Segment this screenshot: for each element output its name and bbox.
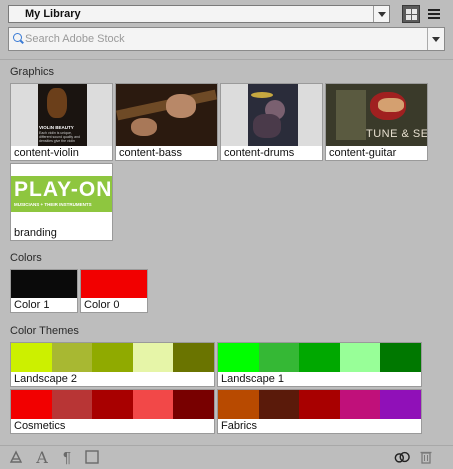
section-title-color-themes: Color Themes	[10, 325, 79, 337]
color-swatch	[81, 270, 147, 298]
trash-icon[interactable]	[418, 449, 434, 465]
library-dropdown[interactable]: My Library	[8, 5, 390, 23]
divider	[0, 59, 453, 60]
stock-search-field[interactable]	[8, 27, 445, 51]
item-label: Color 1	[14, 299, 50, 311]
bottom-toolbar: A ¶	[0, 445, 453, 469]
grid-view-button[interactable]	[402, 5, 420, 23]
theme-swatches	[218, 390, 421, 419]
creative-cloud-sync-icon[interactable]	[394, 449, 410, 465]
paragraph-icon[interactable]: ¶	[59, 449, 75, 466]
color-swatch	[11, 270, 77, 298]
color-item-color-0[interactable]: Color 0	[80, 269, 148, 313]
item-label: content-bass	[119, 147, 182, 159]
theme-item-landscape-2[interactable]: Landscape 2	[10, 342, 215, 387]
graphic-item-content-guitar[interactable]: TUNE & SETUP content-guitar	[325, 83, 428, 161]
libraries-panel: My Library Graphics VIOLIN BEAUTY Each v…	[0, 0, 453, 469]
thumb-title: TUNE & SETUP	[366, 128, 427, 140]
graphic-style-icon[interactable]	[8, 449, 24, 465]
item-label: branding	[14, 227, 57, 239]
search-icon	[13, 33, 22, 42]
graphic-item-content-bass[interactable]: content-bass	[115, 83, 218, 161]
search-input[interactable]	[25, 31, 415, 47]
thumb-body: Each violin is unique, different sound q…	[39, 131, 80, 143]
thumbnail: TUNE & SETUP	[326, 84, 427, 146]
theme-item-landscape-1[interactable]: Landscape 1	[217, 342, 422, 387]
text-icon[interactable]: A	[34, 448, 50, 467]
thumbnail	[221, 84, 322, 146]
theme-swatches	[11, 343, 214, 372]
square-icon[interactable]	[84, 449, 100, 465]
library-name: My Library	[25, 8, 81, 20]
brand-tagline: MUSICIANS + THEIR INSTRUMENTS	[14, 202, 92, 207]
item-label: Fabrics	[221, 420, 258, 432]
thumbnail	[116, 84, 217, 146]
theme-item-cosmetics[interactable]: Cosmetics	[10, 389, 215, 434]
chevron-down-icon[interactable]	[373, 6, 389, 22]
item-label: Cosmetics	[14, 420, 66, 432]
thumbnail: VIOLIN BEAUTY Each violin is unique, dif…	[11, 84, 112, 146]
section-title-colors: Colors	[10, 252, 42, 264]
theme-item-fabrics[interactable]: Fabrics	[217, 389, 422, 434]
item-label: Color 0	[84, 299, 120, 311]
item-label: Landscape 1	[221, 373, 284, 385]
theme-swatches	[11, 390, 214, 419]
thumbnail: PLAY-ON MUSICIANS + THEIR INSTRUMENTS	[11, 164, 112, 226]
brand-logo-text: PLAY-ON	[14, 178, 112, 201]
search-options-dropdown[interactable]	[427, 28, 444, 50]
theme-swatches	[218, 343, 421, 372]
thumb-title: VIOLIN BEAUTY	[39, 125, 74, 130]
item-label: content-violin	[14, 147, 79, 159]
graphic-item-branding[interactable]: PLAY-ON MUSICIANS + THEIR INSTRUMENTS br…	[10, 163, 113, 241]
section-title-graphics: Graphics	[10, 66, 55, 78]
item-label: Landscape 2	[14, 373, 77, 385]
item-label: content-drums	[224, 147, 295, 159]
graphic-item-content-violin[interactable]: VIOLIN BEAUTY Each violin is unique, dif…	[10, 83, 113, 161]
graphic-item-content-drums[interactable]: content-drums	[220, 83, 323, 161]
item-label: content-guitar	[329, 147, 397, 159]
list-view-button[interactable]	[425, 5, 443, 23]
color-item-color-1[interactable]: Color 1	[10, 269, 78, 313]
